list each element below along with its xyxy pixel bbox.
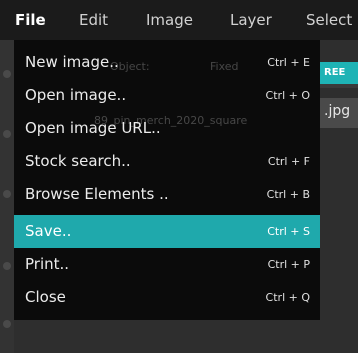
menu-item-save[interactable]: Save.. Ctrl + S — [14, 215, 320, 248]
menu-item-label: Open image URL.. — [25, 119, 161, 137]
menu-edit[interactable]: Edit — [79, 0, 108, 40]
tool-icon — [3, 320, 11, 328]
menu-item-label: Close — [25, 288, 66, 306]
app-window: REE .jpg File Edit Image Layer Select Ob… — [0, 0, 358, 353]
menu-item-close[interactable]: Close Ctrl + Q — [14, 281, 320, 314]
menu-item-label: New image.. — [25, 53, 119, 71]
free-badge[interactable]: REE — [318, 62, 358, 84]
menu-item-print[interactable]: Print.. Ctrl + P — [14, 248, 320, 281]
tool-icon — [3, 262, 11, 270]
tool-icon — [3, 190, 11, 198]
menu-item-shortcut: Ctrl + E — [267, 56, 310, 69]
menu-item-stock-search[interactable]: Stock search.. Ctrl + F — [14, 145, 320, 178]
menu-bar: File Edit Image Layer Select — [0, 0, 358, 40]
menu-item-open-image[interactable]: Open image.. Ctrl + O — [14, 79, 320, 112]
menu-item-label: Save.. — [25, 222, 72, 240]
menu-item-shortcut: Ctrl + B — [266, 188, 310, 201]
menu-file[interactable]: File — [15, 0, 46, 40]
tool-icon — [3, 130, 11, 138]
menu-item-label: Browse Elements .. — [25, 185, 169, 203]
menu-item-shortcut: Ctrl + F — [267, 155, 310, 168]
ghost-text: Fixed — [210, 60, 239, 73]
menu-item-label: Open image.. — [25, 86, 127, 104]
menu-item-label: Stock search.. — [25, 152, 131, 170]
menu-select[interactable]: Select — [306, 0, 352, 40]
menu-item-label: Print.. — [25, 255, 70, 273]
file-menu-dropdown: Object: Fixed New image.. Ctrl + E Open … — [14, 40, 320, 320]
menu-item-shortcut: Ctrl + P — [267, 258, 310, 271]
menu-item-browse-elements[interactable]: Browse Elements .. Ctrl + B — [14, 178, 320, 211]
tool-icon — [3, 70, 11, 78]
document-tab-extension: .jpg — [324, 103, 351, 119]
menu-item-open-image-url[interactable]: 89_pin_merch_2020_square Open image URL.… — [14, 112, 320, 145]
menu-item-shortcut: Ctrl + Q — [265, 291, 310, 304]
menu-image[interactable]: Image — [146, 0, 193, 40]
menu-item-shortcut: Ctrl + S — [267, 225, 310, 238]
tools-panel — [0, 40, 14, 353]
menu-item-shortcut: Ctrl + O — [265, 89, 310, 102]
menu-item-new-image[interactable]: Object: Fixed New image.. Ctrl + E — [14, 46, 320, 79]
menu-layer[interactable]: Layer — [230, 0, 272, 40]
